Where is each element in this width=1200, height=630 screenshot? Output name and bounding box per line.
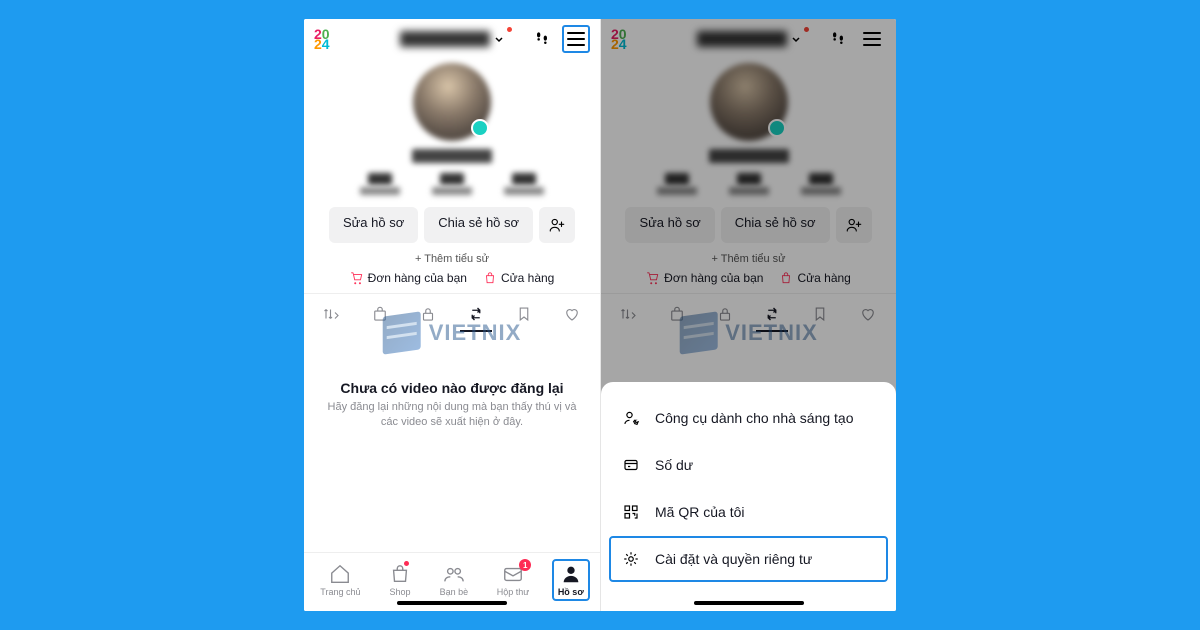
username xyxy=(412,149,492,163)
stat-followers[interactable] xyxy=(432,173,472,195)
add-friend-icon xyxy=(548,216,566,234)
settings-icon xyxy=(621,549,641,569)
watermark: VIETNIX xyxy=(383,314,522,352)
menu-button[interactable] xyxy=(562,25,590,53)
avatar[interactable] xyxy=(413,63,491,141)
menu-sheet: Công cụ dành cho nhà sáng tạo Số dư Mã Q… xyxy=(601,382,896,611)
friends-icon xyxy=(443,563,465,585)
home-indicator xyxy=(694,601,804,605)
verified-badge-icon xyxy=(471,119,489,137)
cart-icon xyxy=(350,271,364,285)
tab-liked[interactable] xyxy=(560,302,584,326)
profile-icon xyxy=(560,563,582,585)
footsteps-icon[interactable] xyxy=(532,29,552,49)
profile-stats xyxy=(360,173,544,195)
your-orders-link[interactable]: Đơn hàng của bạn xyxy=(350,271,467,285)
profile-info: Sửa hồ sơ Chia sẻ hồ sơ + Thêm tiểu sử Đ… xyxy=(304,59,600,293)
stat-likes[interactable] xyxy=(504,173,544,195)
store-link[interactable]: Cửa hàng xyxy=(483,271,554,285)
inbox-badge: 1 xyxy=(519,559,531,571)
phone-left: 20 24 xyxy=(304,19,600,611)
profile-header: 20 24 xyxy=(304,19,600,59)
add-friend-button[interactable] xyxy=(539,207,575,243)
home-indicator xyxy=(397,601,507,605)
sheet-settings-privacy[interactable]: Cài đặt và quyền riêng tư xyxy=(609,536,888,582)
shop-icon xyxy=(389,563,411,585)
balance-icon xyxy=(621,455,641,475)
qr-icon xyxy=(621,502,641,522)
home-icon xyxy=(329,563,351,585)
profile-name-dropdown[interactable] xyxy=(400,31,504,47)
nav-inbox[interactable]: 1 Hộp thư xyxy=(491,559,536,601)
add-bio-link[interactable]: + Thêm tiểu sử xyxy=(415,253,489,265)
nav-friends[interactable]: Bạn bè xyxy=(434,559,475,601)
notification-dot-icon xyxy=(507,27,512,32)
sheet-creator-tools[interactable]: Công cụ dành cho nhà sáng tạo xyxy=(609,395,888,441)
edit-profile-button[interactable]: Sửa hồ sơ xyxy=(329,207,418,243)
nav-profile[interactable]: Hồ sơ xyxy=(552,559,590,601)
tab-sort[interactable] xyxy=(320,302,344,326)
sheet-qr[interactable]: Mã QR của tôi xyxy=(609,489,888,535)
nav-home[interactable]: Trang chủ xyxy=(314,559,366,601)
phone-right: 20 24 xyxy=(600,19,896,611)
share-profile-button[interactable]: Chia sẻ hồ sơ xyxy=(424,207,533,243)
empty-subtitle: Hãy đăng lại những nội dung mà bạn thấy … xyxy=(322,400,582,431)
stat-following[interactable] xyxy=(360,173,400,195)
bag-icon xyxy=(483,271,497,285)
creator-tools-icon xyxy=(621,408,641,428)
logo-2024: 20 24 xyxy=(314,29,330,50)
nav-shop[interactable]: Shop xyxy=(383,559,417,601)
hamburger-icon xyxy=(567,32,585,46)
sheet-balance[interactable]: Số dư xyxy=(609,442,888,488)
empty-title: Chưa có video nào được đăng lại xyxy=(322,380,582,396)
